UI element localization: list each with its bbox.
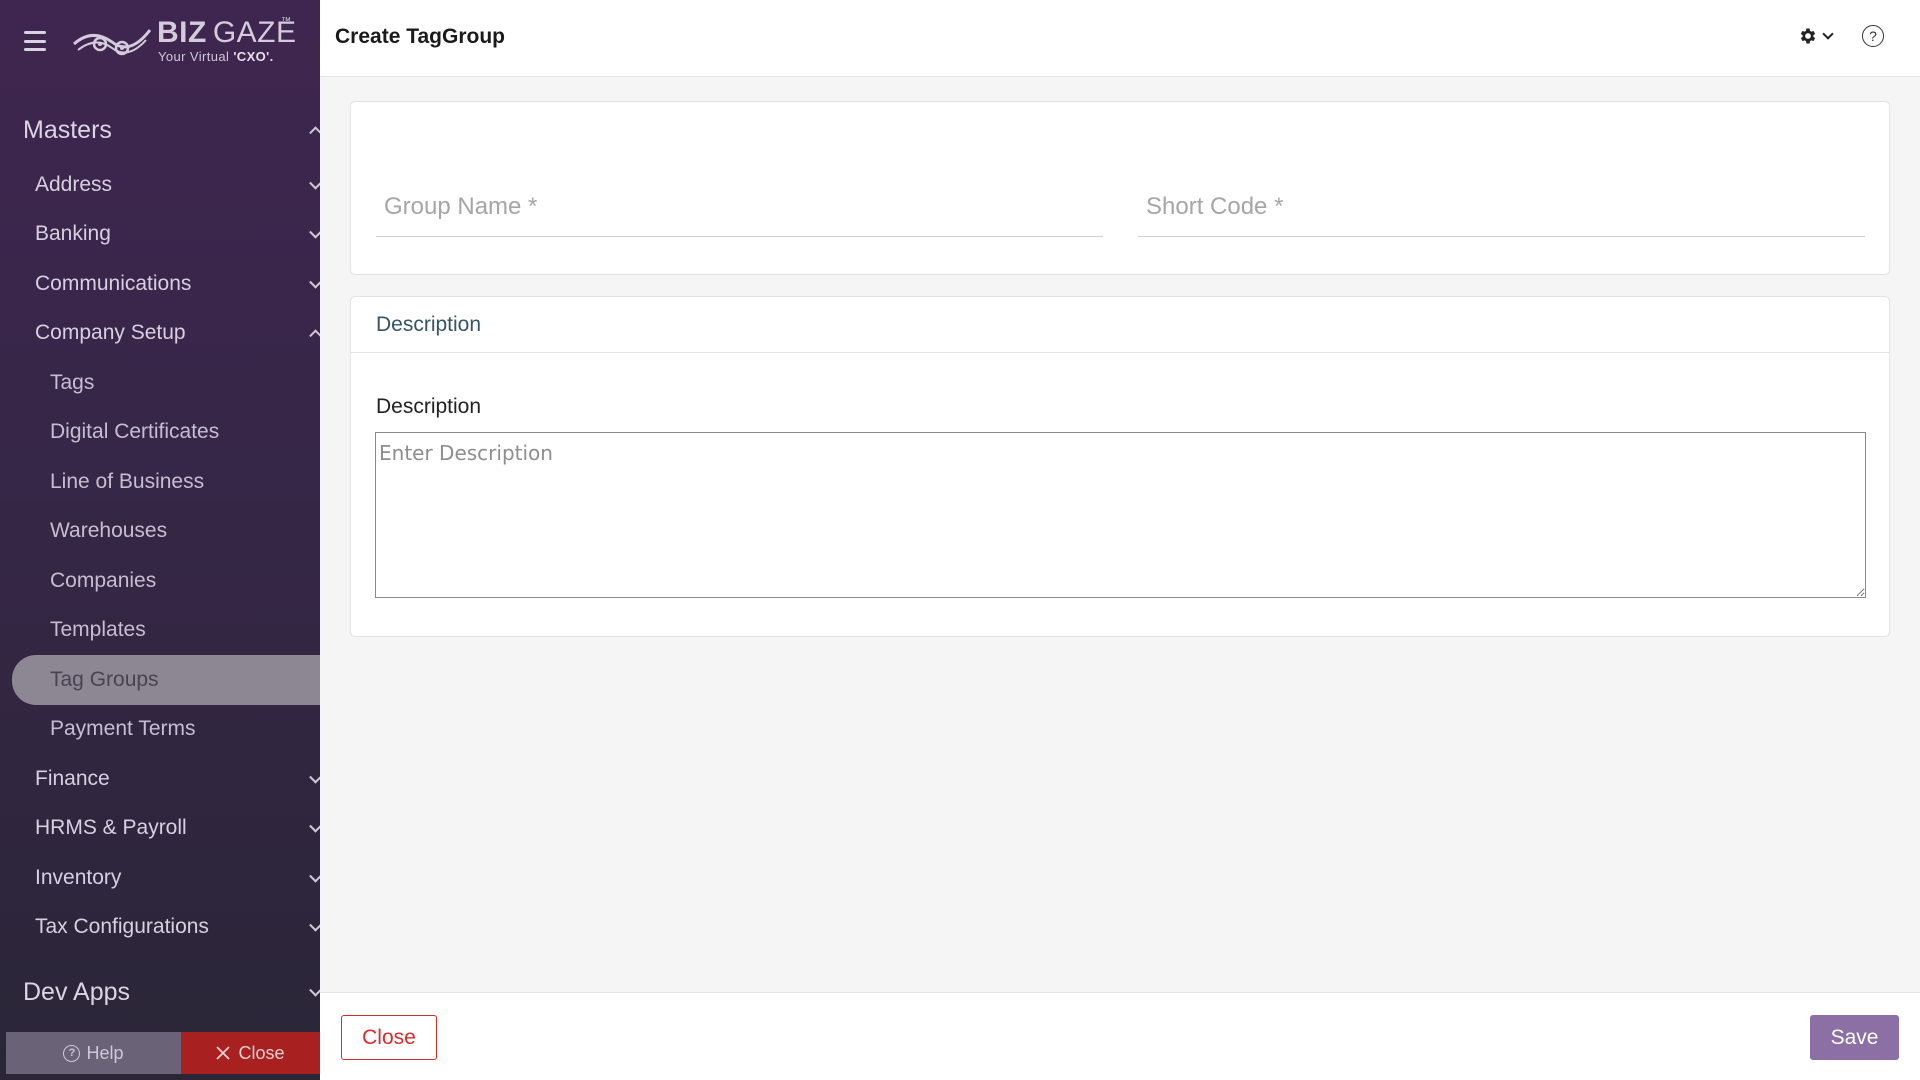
chevron-up-icon [309,329,320,343]
brand-tagline: Your Virtual 'CXO'. [158,49,274,64]
group-name-field [376,177,1103,237]
close-button[interactable]: Close [341,1015,437,1060]
help-circle-icon: ? [63,1044,81,1062]
chevron-down-icon [309,869,320,883]
sidebar-subitem-companies[interactable]: Companies [0,556,320,606]
short-code-input[interactable] [1138,177,1865,236]
description-label: Description [376,395,482,418]
gear-icon [1800,28,1816,44]
tag-group-fields-card [350,101,1890,275]
chevron-down-icon [309,919,320,932]
group-name-input[interactable] [376,177,1103,236]
chevron-down-icon [309,983,320,997]
chevron-down-icon [309,770,320,784]
sidebar-close-button[interactable]: Close [181,1032,320,1074]
sidebar: BIZ GAZE ™ Your Virtual 'CXO'. Masters Ad… [0,0,320,1080]
sidebar-item-banking[interactable]: Banking [0,210,320,260]
sidebar-subitem-line-of-business[interactable]: Line of Business [0,457,320,507]
help-circle-icon[interactable]: ? [1862,25,1884,47]
sidebar-item-tax-configurations[interactable]: Tax Configurations [0,903,320,953]
sidebar-footer: ? Help Close [6,1032,320,1074]
chevron-down-icon [1822,28,1834,40]
sidebar-item-communications[interactable]: Communications [0,259,320,309]
sidebar-section-dev-apps-wrap: Dev Apps [0,962,320,1022]
description-card: Description Description [350,296,1890,637]
short-code-field [1138,177,1865,237]
sidebar-subitem-digital-certificates[interactable]: Digital Certificates [0,408,320,458]
sidebar-item-finance[interactable]: Finance [0,754,320,804]
page-header: Create TagGroup ? [320,0,1920,77]
sidebar-subitem-warehouses[interactable]: Warehouses [0,507,320,557]
sidebar-section-dev-apps[interactable]: Dev Apps [0,962,320,1022]
sidebar-nav: Masters Address Banking Communications C… [0,100,320,952]
brand-trademark: ™ [281,16,291,27]
chevron-down-icon [309,275,320,289]
sidebar-help-button[interactable]: ? Help [6,1032,181,1074]
sidebar-item-inventory[interactable]: Inventory [0,853,320,903]
form-footer: Close Save [320,992,1920,1080]
save-button[interactable]: Save [1810,1015,1899,1060]
sidebar-subitem-tag-groups[interactable]: Tag Groups [12,655,320,705]
brand-name: BIZ GAZE [157,16,297,49]
x-icon [216,1046,231,1060]
owl-logo-icon [73,29,152,56]
sidebar-subitem-tags[interactable]: Tags [0,358,320,408]
brand-bar: BIZ GAZE ™ Your Virtual 'CXO'. [0,0,320,82]
description-textarea[interactable] [375,432,1866,598]
sidebar-item-company-setup[interactable]: Company Setup [0,309,320,359]
sidebar-subitem-templates[interactable]: Templates [0,606,320,656]
hamburger-icon[interactable] [24,31,46,51]
sidebar-subitem-payment-terms[interactable]: Payment Terms [0,705,320,755]
sidebar-item-hrms-payroll[interactable]: HRMS & Payroll [0,804,320,854]
description-section-title: Description [351,297,1889,353]
page-title: Create TagGroup [335,25,505,48]
sidebar-item-address[interactable]: Address [0,160,320,210]
sidebar-section-masters[interactable]: Masters [0,100,320,160]
chevron-up-icon [309,126,320,140]
chevron-down-icon [309,176,320,190]
settings-dropdown[interactable] [1798,26,1834,46]
chevron-down-icon [309,226,320,239]
chevron-down-icon [309,820,320,833]
